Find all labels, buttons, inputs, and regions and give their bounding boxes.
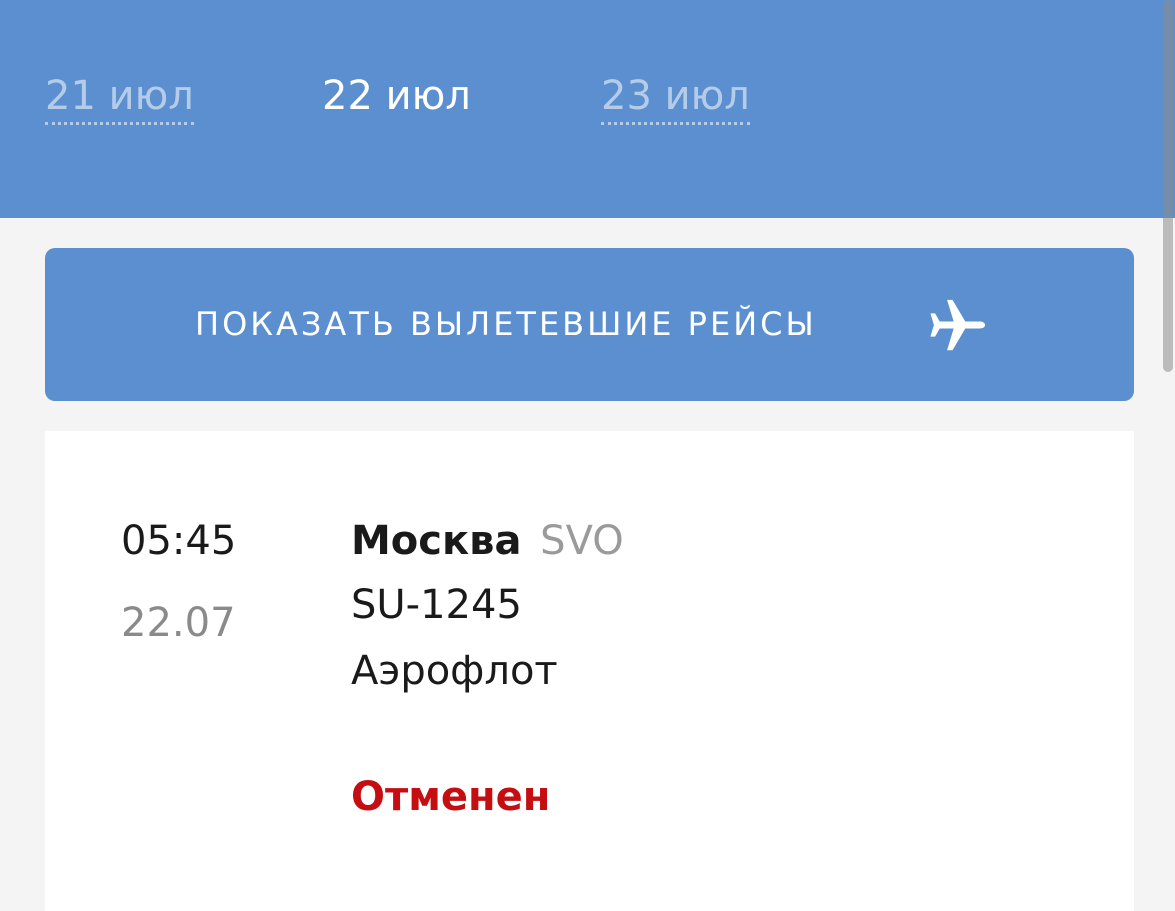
flight-card[interactable]: 05:45 22.07 Москва SVO SU-1245 Аэрофлот … [45, 431, 1134, 911]
destination-city: Москва [351, 518, 522, 564]
flight-status: Отменен [351, 774, 551, 820]
departure-time: 05:45 [121, 518, 237, 564]
flight-number: SU-1245 [351, 582, 522, 628]
date-tab-next[interactable]: 23 июл [601, 72, 750, 125]
show-departed-flights-label: ПОКАЗАТЬ ВЫЛЕТЕВШИЕ РЕЙСЫ [195, 305, 817, 343]
airline-name: Аэрофлот [351, 648, 558, 694]
airport-code: SVO [540, 518, 624, 564]
show-departed-flights-button[interactable]: ПОКАЗАТЬ ВЫЛЕТЕВШИЕ РЕЙСЫ [45, 248, 1134, 401]
destination: Москва SVO [351, 517, 624, 565]
airplane-icon [930, 299, 986, 351]
date-selector-header: 21 июл 22 июл 23 июл [0, 0, 1175, 218]
date-tab-previous[interactable]: 21 июл [45, 72, 194, 125]
date-tab-current[interactable]: 22 июл [322, 72, 471, 120]
departure-date: 22.07 [121, 600, 236, 646]
scrollbar[interactable] [1163, 0, 1173, 372]
